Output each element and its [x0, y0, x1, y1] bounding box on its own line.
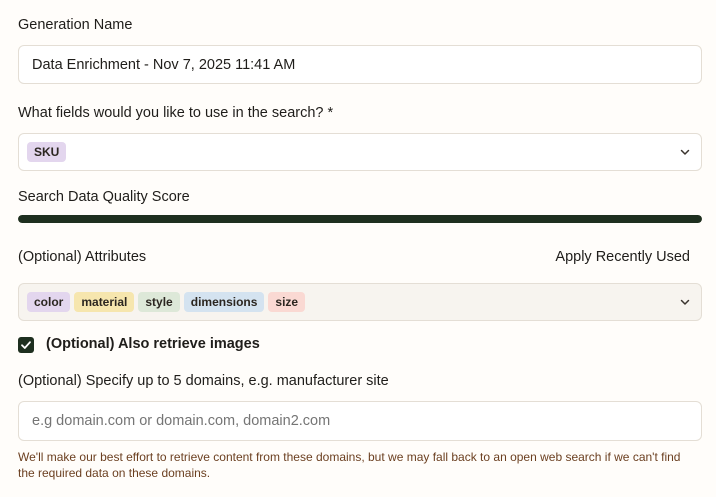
domains-help-text: We'll make our best effort to retrieve c… — [18, 450, 681, 480]
domains-field — [18, 401, 702, 441]
retrieve-images-checkbox[interactable] — [18, 337, 34, 353]
retrieve-images-label: (Optional) Also retrieve images — [46, 336, 260, 352]
search-fields-select[interactable]: SKU — [18, 133, 702, 171]
generation-name-input[interactable]: Data Enrichment - Nov 7, 2025 11:41 AM — [18, 45, 702, 84]
quality-score-bar — [18, 215, 702, 223]
chevron-down-icon — [680, 299, 690, 305]
attribute-tag-style[interactable]: style — [138, 292, 180, 312]
attributes-label: (Optional) Attributes — [18, 249, 147, 265]
attribute-tag-dimensions[interactable]: dimensions — [183, 292, 265, 312]
attribute-tag-color[interactable]: color — [27, 292, 71, 312]
chevron-down-icon — [680, 149, 690, 155]
attribute-tag-material[interactable]: material — [74, 292, 135, 312]
domains-label: (Optional) Specify up to 5 domains, e.g.… — [18, 373, 389, 389]
attributes-select[interactable]: color material style dimensions size — [18, 283, 702, 321]
quality-score-label: Search Data Quality Score — [18, 189, 190, 205]
generation-name-label: Generation Name — [18, 17, 133, 33]
generation-name-value: Data Enrichment - Nov 7, 2025 11:41 AM — [32, 57, 296, 73]
search-field-tag-sku[interactable]: SKU — [27, 142, 67, 162]
attribute-tag-size[interactable]: size — [268, 292, 306, 312]
apply-recently-used-button[interactable]: Apply Recently Used — [555, 249, 690, 265]
search-fields-tags: SKU — [27, 142, 67, 162]
attributes-tags: color material style dimensions size — [27, 292, 306, 312]
search-fields-label: What fields would you like to use in the… — [18, 105, 334, 121]
enrichment-form: Generation Name Data Enrichment - Nov 7,… — [0, 0, 716, 497]
checkmark-icon — [21, 341, 31, 349]
domains-input[interactable] — [32, 413, 672, 429]
quality-score-fill — [18, 215, 702, 223]
